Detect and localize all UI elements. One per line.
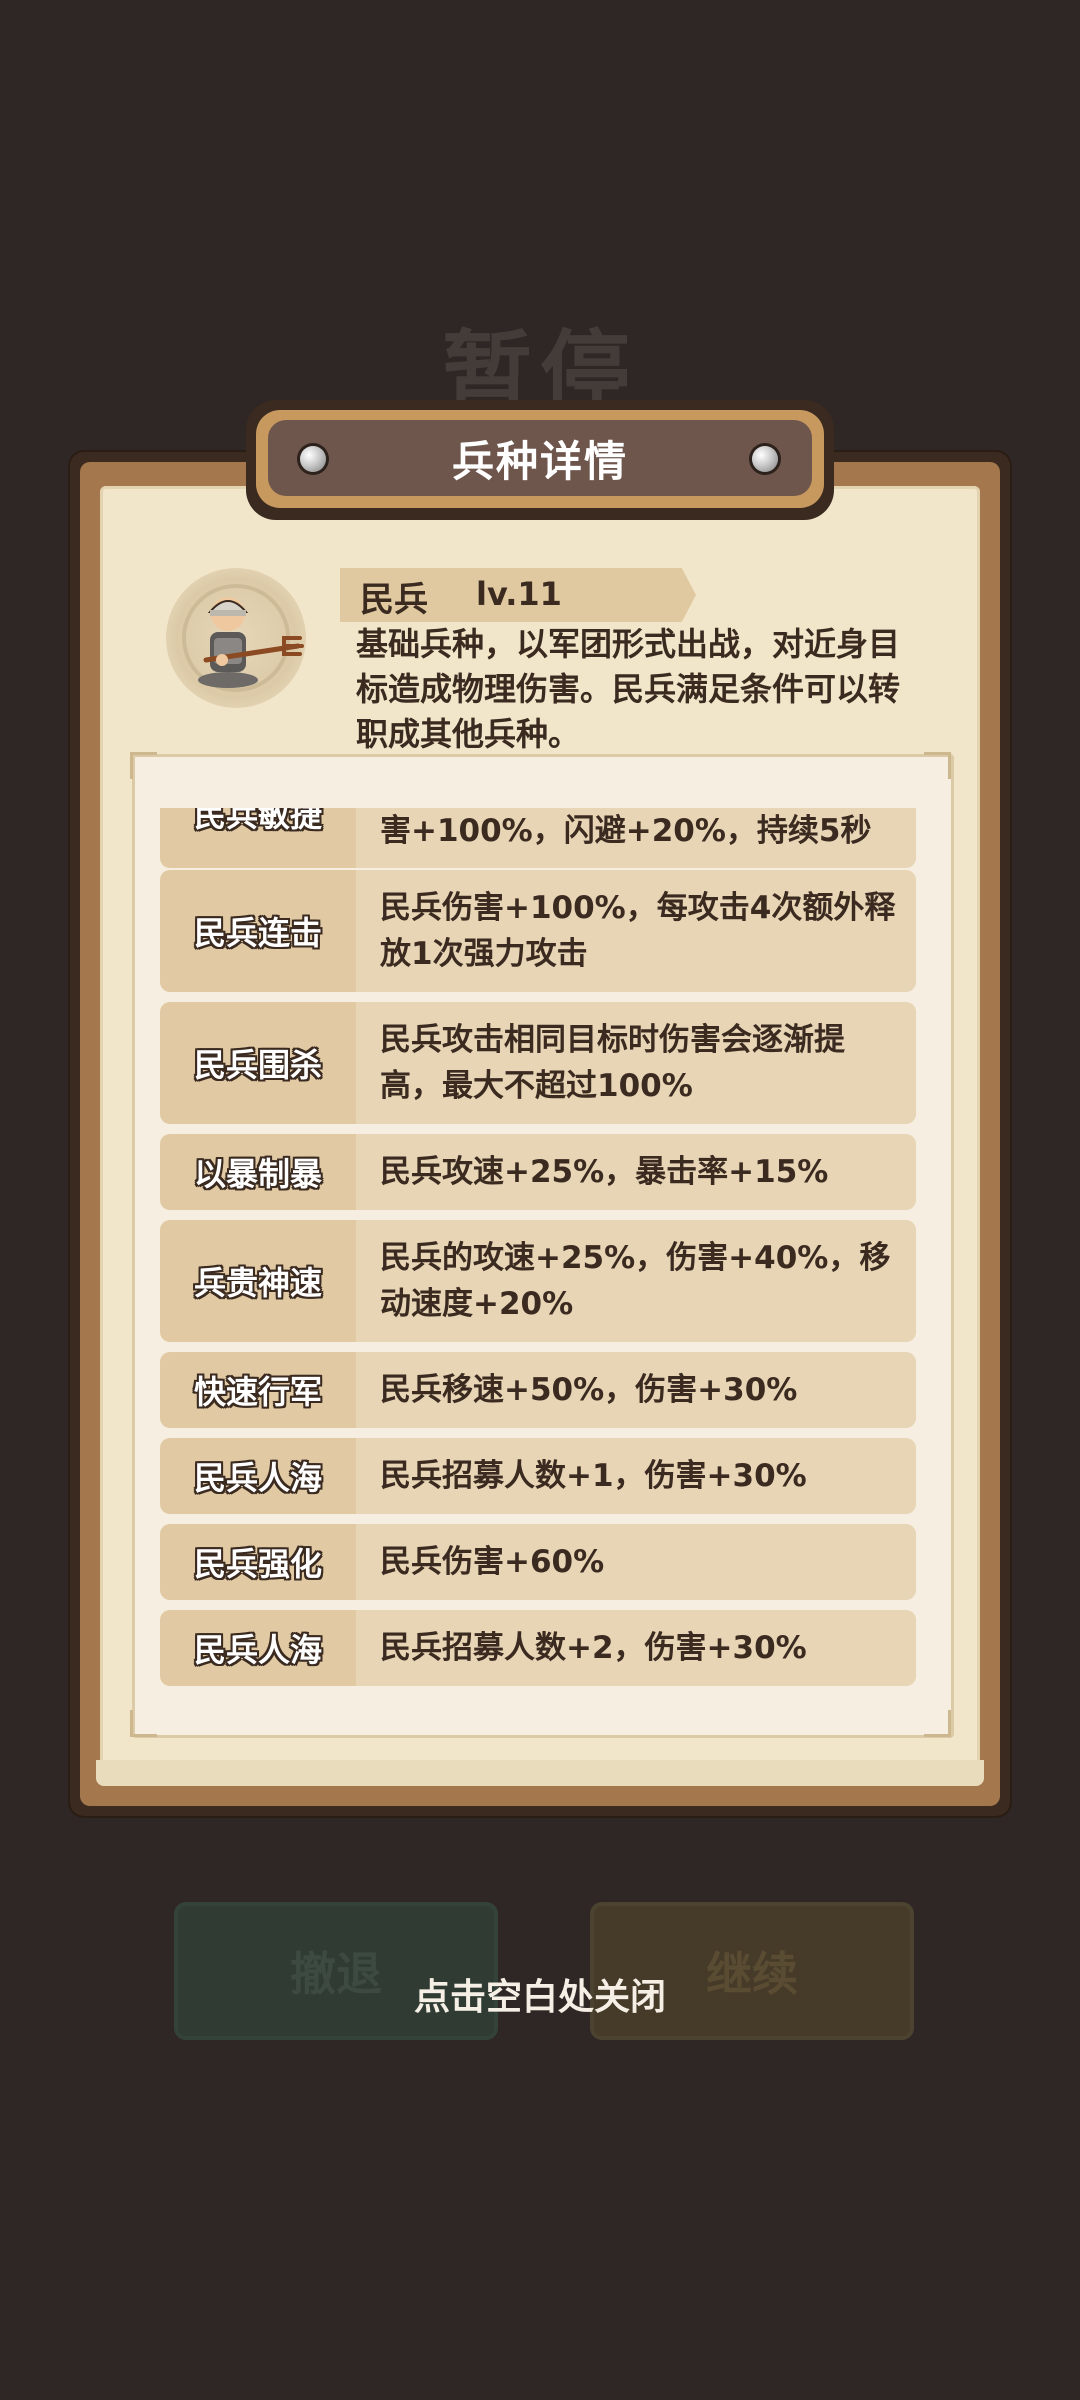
skill-desc: 民兵攻击相同目标时伤害会逐渐提高，最大不超过100% xyxy=(380,1022,845,1104)
rivet-icon xyxy=(752,446,778,472)
close-hint[interactable]: 点击空白处关闭 xyxy=(0,1968,1080,2020)
skill-name: 快速行军 xyxy=(160,1352,356,1428)
skill-name: 民兵人海 xyxy=(160,1610,356,1686)
skill-desc: 民兵伤害+100%，每攻击4次额外释放1次强力攻击 xyxy=(380,890,896,972)
skill-desc: 民兵招募人数+1，伤害+30% xyxy=(380,1458,807,1494)
corner-ornament xyxy=(924,1710,951,1737)
unit-name: 民兵 xyxy=(360,580,428,620)
skill-desc: 民兵的攻速+25%，伤害+40%，移动速度+20% xyxy=(380,1240,891,1322)
skill-row: 民兵围杀 民兵攻击相同目标时伤害会逐渐提高，最大不超过100% xyxy=(160,1002,916,1124)
skill-row: 以暴制暴 民兵攻速+25%，暴击率+15% xyxy=(160,1134,916,1210)
dialog-title: 兵种详情 xyxy=(451,436,628,486)
skill-row: 快速行军 民兵移速+50%，伤害+30% xyxy=(160,1352,916,1428)
corner-ornament xyxy=(130,1710,157,1737)
skill-desc: 民兵移速+50%，伤害+30% xyxy=(380,1372,798,1408)
skill-row: 兵贵神速 民兵的攻速+25%，伤害+40%，移动速度+20% xyxy=(160,1220,916,1342)
skill-row: 民兵连击 民兵伤害+100%，每攻击4次额外释放1次强力攻击 xyxy=(160,870,916,992)
skill-name: 民兵敏捷 xyxy=(160,808,356,868)
skill-row: 民兵人海 民兵招募人数+1，伤害+30% xyxy=(160,1438,916,1514)
skill-name: 以暴制暴 xyxy=(160,1134,356,1210)
corner-ornament xyxy=(130,752,157,779)
skill-desc: 害+100%，闪避+20%，持续5秒 xyxy=(380,813,872,849)
skill-row: 民兵人海 民兵招募人数+2，伤害+30% xyxy=(160,1610,916,1686)
skills-list[interactable]: 民兵敏捷 害+100%，闪避+20%，持续5秒 民兵连击 民兵伤害+100%，每… xyxy=(160,808,920,1696)
militia-pitchfork-portrait-icon xyxy=(182,584,304,692)
skill-name: 民兵人海 xyxy=(160,1438,356,1514)
corner-ornament xyxy=(924,752,951,779)
rivet-icon xyxy=(300,446,326,472)
title-plaque-inner: 兵种详情 xyxy=(268,420,812,496)
skill-row: 民兵敏捷 害+100%，闪避+20%，持续5秒 xyxy=(160,808,916,868)
skill-row: 民兵强化 民兵伤害+60% xyxy=(160,1524,916,1600)
skill-desc: 民兵招募人数+2，伤害+30% xyxy=(380,1630,807,1666)
skill-name: 民兵连击 xyxy=(160,870,356,992)
unit-portrait xyxy=(166,568,306,708)
skill-name: 民兵围杀 xyxy=(160,1002,356,1124)
skill-desc: 民兵伤害+60% xyxy=(380,1544,605,1580)
dialog-paper-edge xyxy=(96,1760,984,1786)
unit-level: lv.11 xyxy=(476,575,562,613)
skill-name: 兵贵神速 xyxy=(160,1220,356,1342)
skill-name: 民兵强化 xyxy=(160,1524,356,1600)
skill-desc: 民兵攻速+25%，暴击率+15% xyxy=(380,1154,829,1190)
unit-description: 基础兵种，以军团形式出战，对近身目标造成物理伤害。民兵满足条件可以转职成其他兵种… xyxy=(356,625,901,753)
